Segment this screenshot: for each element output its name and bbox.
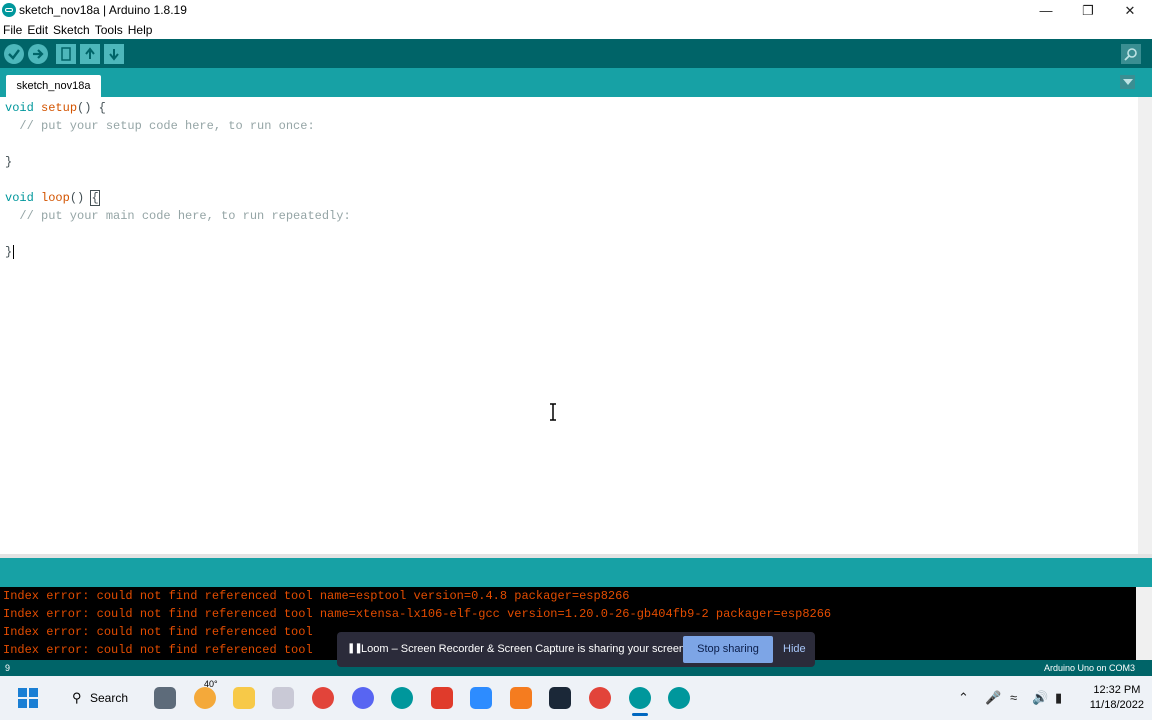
matched-bracket: { [90, 190, 100, 206]
code-line-2: // put your setup code here, to run once… [5, 119, 315, 133]
tab-sketch[interactable]: sketch_nov18a [6, 75, 101, 97]
task-view-icon[interactable] [154, 687, 176, 709]
tab-menu-button[interactable] [1120, 75, 1135, 89]
upload-button[interactable] [28, 44, 48, 64]
file-explorer-icon[interactable] [233, 687, 255, 709]
open-button[interactable] [80, 44, 100, 64]
console-scrollbar[interactable] [1136, 587, 1152, 660]
verify-icon [8, 49, 20, 60]
new-sketch-button[interactable] [56, 44, 76, 64]
code-line-1: void setup() { [5, 101, 106, 115]
code-line-4: } [5, 155, 13, 169]
arduino-active-icon[interactable] [629, 687, 651, 709]
start-button[interactable] [18, 688, 38, 708]
menu-edit[interactable]: Edit [27, 21, 48, 39]
save-icon [109, 49, 119, 61]
text-cursor-icon [550, 403, 556, 421]
stop-sharing-button[interactable]: Stop sharing [683, 636, 773, 663]
save-button[interactable] [104, 44, 124, 64]
pause-icon[interactable]: ❚❚ [347, 643, 363, 654]
close-button[interactable]: ✕ [1109, 0, 1151, 21]
loom-sharing-banner: ❚❚ Loom – Screen Recorder & Screen Captu… [337, 632, 815, 667]
serial-monitor-button[interactable] [1121, 44, 1141, 64]
volume-icon[interactable]: 🔊 [1032, 690, 1048, 706]
code-line-7: // put your main code here, to run repea… [5, 209, 351, 223]
upload-icon [33, 49, 44, 59]
hide-button[interactable]: Hide [783, 643, 806, 655]
microphone-icon[interactable]: 🎤 [985, 690, 1001, 706]
toolbar [0, 39, 1152, 68]
active-app-indicator [632, 713, 648, 716]
code-line-9: } [5, 245, 15, 259]
arduino-taskbar-icon[interactable] [391, 687, 413, 709]
restore-button[interactable]: ❐ [1067, 0, 1109, 21]
discord-icon[interactable] [352, 687, 374, 709]
clock-date: 11/18/2022 [1089, 699, 1144, 711]
battery-icon[interactable]: ▮ [1055, 690, 1062, 706]
line-number: 9 [5, 663, 11, 673]
flash-icon[interactable] [431, 687, 453, 709]
menu-bar: File Edit Sketch Tools Help [0, 21, 1152, 39]
console-line: Index error: could not find referenced t… [3, 589, 630, 603]
verify-button[interactable] [4, 44, 24, 64]
menu-sketch[interactable]: Sketch [53, 21, 90, 39]
minimize-button[interactable]: — [1025, 0, 1067, 21]
board-port-label: Arduino Uno on COM3 [1043, 663, 1135, 673]
editor-scrollbar[interactable] [1138, 97, 1152, 554]
weather-icon[interactable]: 40° [194, 679, 218, 709]
tab-bar [0, 68, 1152, 97]
loom-message: Loom – Screen Recorder & Screen Capture … [361, 643, 689, 655]
magnifier-icon [1124, 48, 1137, 61]
menu-help[interactable]: Help [128, 21, 153, 39]
chevron-up-icon[interactable]: ⌃ [958, 690, 969, 706]
search-icon: ⚲ [72, 690, 82, 705]
console-line: Index error: could not find referenced t… [3, 607, 832, 621]
open-icon [85, 47, 95, 59]
menu-file[interactable]: File [3, 21, 22, 39]
chevron-down-icon [1122, 79, 1133, 85]
arduino-second-icon[interactable] [668, 687, 690, 709]
code-editor[interactable] [0, 97, 1138, 554]
code-line-6: void loop() { [5, 190, 100, 206]
system-clock[interactable]: 12:32 PM 11/18/2022 [1090, 683, 1144, 713]
window-title: sketch_nov18a | Arduino 1.8.19 [19, 3, 187, 17]
notepad-icon[interactable] [272, 687, 294, 709]
title-bar: sketch_nov18a | Arduino 1.8.19 — ❐ ✕ [0, 0, 1152, 21]
chrome-icon[interactable] [312, 687, 334, 709]
hex-app-icon[interactable] [510, 687, 532, 709]
clock-time: 12:32 PM [1093, 684, 1141, 696]
menu-tools[interactable]: Tools [95, 21, 123, 39]
steam-icon[interactable] [549, 687, 571, 709]
arduino-app-icon [2, 3, 16, 17]
taskbar-search[interactable]: ⚲ Search [55, 686, 135, 710]
windows-logo-icon [18, 688, 38, 708]
status-bar [0, 558, 1152, 587]
new-icon [61, 47, 71, 61]
wifi-icon[interactable]: ≈ [1010, 690, 1017, 705]
chrome-profile-icon[interactable] [589, 687, 611, 709]
zoom-icon[interactable] [470, 687, 492, 709]
